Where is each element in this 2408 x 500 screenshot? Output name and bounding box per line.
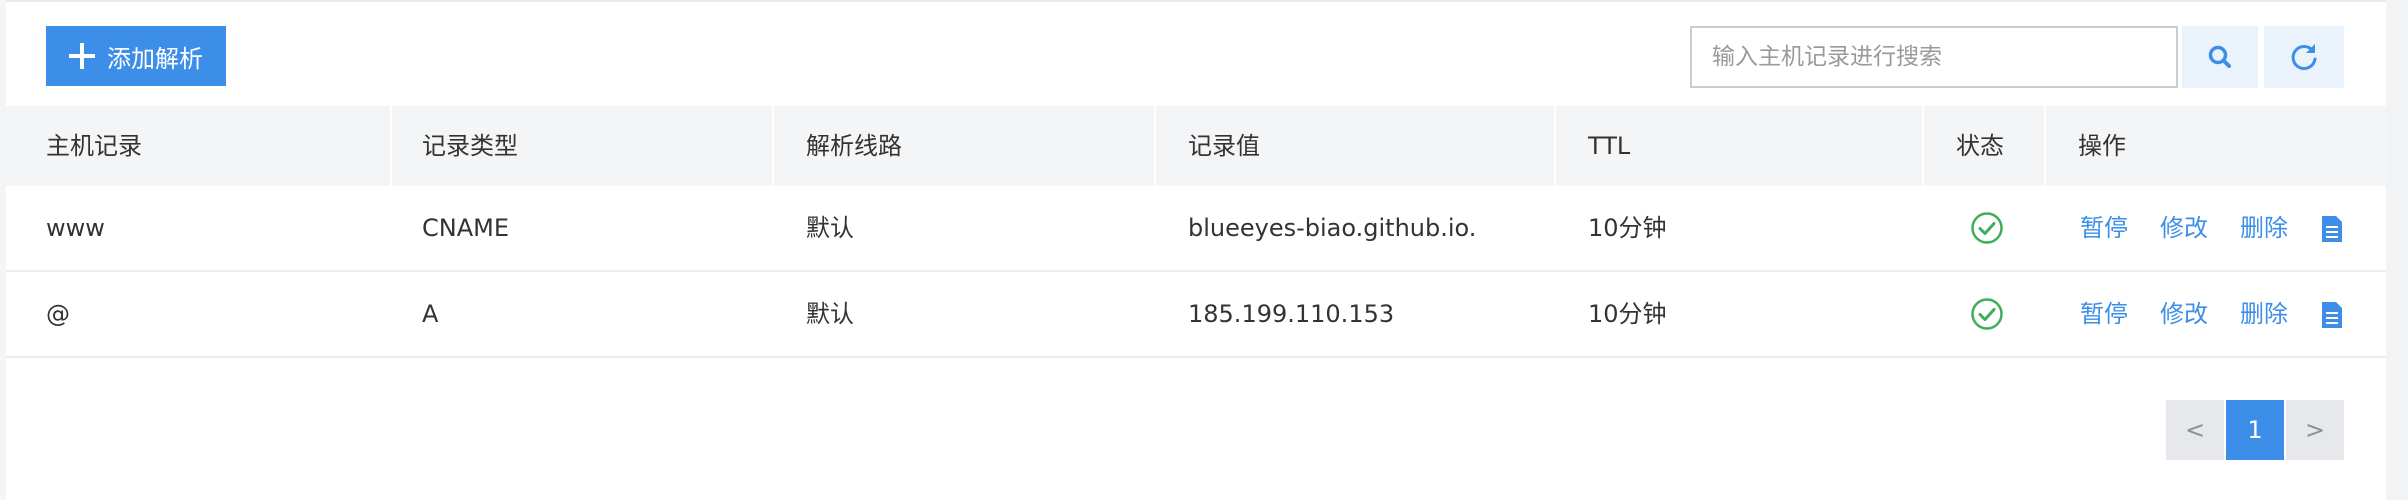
column-header-host: 主机记录	[46, 132, 142, 160]
cell-type: A	[422, 300, 439, 328]
document-icon[interactable]	[2320, 301, 2344, 329]
document-icon[interactable]	[2320, 215, 2344, 243]
pause-button[interactable]: 暂停	[2080, 186, 2128, 270]
page-button-current[interactable]: 1	[2226, 400, 2284, 460]
search-icon	[2208, 45, 2231, 68]
cell-value: blueeyes-biao.github.io.	[1188, 214, 1477, 242]
cell-line: 默认	[806, 214, 854, 242]
add-record-button[interactable]: 添加解析	[46, 26, 226, 86]
search-button[interactable]	[2182, 26, 2258, 88]
cell-ttl: 10分钟	[1588, 300, 1667, 328]
edit-button[interactable]: 修改	[2160, 272, 2208, 356]
column-header-status: 状态	[1956, 132, 2004, 160]
column-divider	[1554, 106, 1556, 186]
prev-page-button[interactable]: <	[2166, 400, 2224, 460]
delete-button[interactable]: 删除	[2240, 186, 2288, 270]
delete-button[interactable]: 删除	[2240, 272, 2288, 356]
cell-value: 185.199.110.153	[1188, 300, 1395, 328]
cell-host: www	[46, 214, 105, 242]
cell-type: CNAME	[422, 214, 509, 242]
table-row: www CNAME 默认 blueeyes-biao.github.io. 10…	[6, 186, 2386, 272]
column-divider	[2044, 106, 2046, 186]
table-row: @ A 默认 185.199.110.153 10分钟 暂停 修改 删除	[6, 272, 2386, 358]
column-header-ttl: TTL	[1588, 132, 1631, 160]
column-header-line: 解析线路	[806, 132, 902, 160]
plus-icon	[69, 43, 95, 69]
status-enabled-icon	[1971, 298, 2003, 330]
table-header: 主机记录 记录类型 解析线路 记录值 TTL 状态 操作	[6, 106, 2386, 186]
dns-records-panel: 添加解析 主机记录 记录类型 解析线路 记录值 TTL	[6, 0, 2386, 500]
next-page-button[interactable]: >	[2286, 400, 2344, 460]
cell-ttl: 10分钟	[1588, 214, 1667, 242]
column-divider	[390, 106, 392, 186]
cell-host: @	[46, 300, 70, 328]
scrollbar-gutter	[2386, 0, 2408, 500]
search-input[interactable]	[1690, 26, 2178, 88]
pause-button[interactable]: 暂停	[2080, 272, 2128, 356]
column-header-actions: 操作	[2078, 132, 2126, 160]
refresh-button[interactable]	[2264, 26, 2344, 88]
status-enabled-icon	[1971, 212, 2003, 244]
refresh-icon	[2291, 44, 2317, 70]
cell-line: 默认	[806, 300, 854, 328]
column-divider	[1154, 106, 1156, 186]
column-header-type: 记录类型	[422, 132, 518, 160]
toolbar: 添加解析	[6, 2, 2386, 106]
column-header-value: 记录值	[1188, 132, 1260, 160]
add-record-label: 添加解析	[107, 44, 203, 73]
pagination: < 1 >	[2166, 400, 2344, 460]
column-divider	[772, 106, 774, 186]
edit-button[interactable]: 修改	[2160, 186, 2208, 270]
dns-records-table: 主机记录 记录类型 解析线路 记录值 TTL 状态 操作 www CNAME 默…	[6, 106, 2386, 358]
column-divider	[1922, 106, 1924, 186]
